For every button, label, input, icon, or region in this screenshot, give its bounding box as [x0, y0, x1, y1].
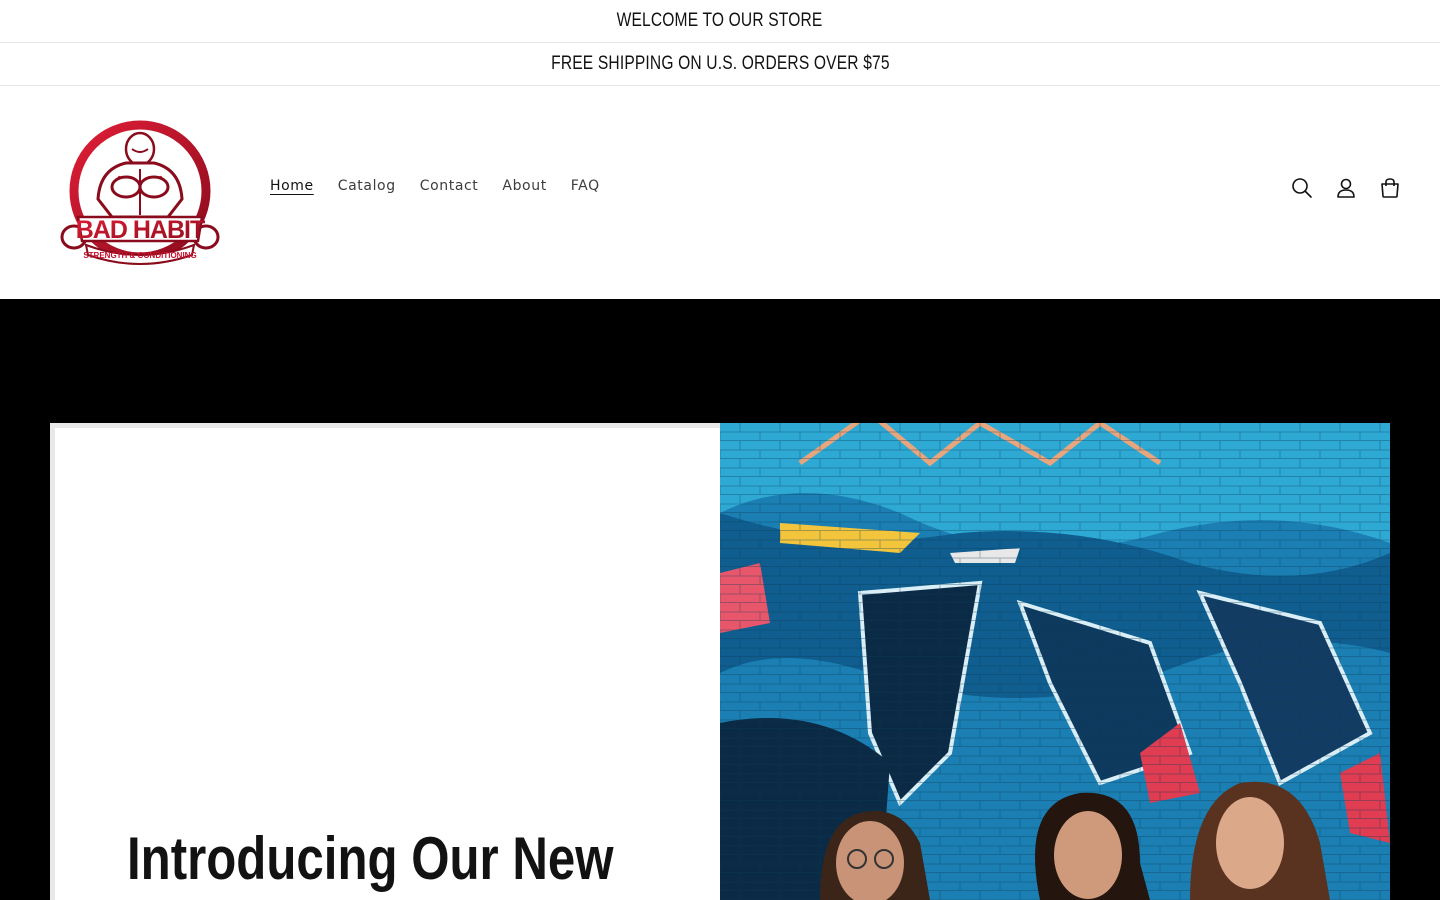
cart-icon [1381, 178, 1399, 198]
announcement-bar-shipping: FREE SHIPPING ON U.S. ORDERS OVER $75 [0, 43, 1440, 86]
hero-text-panel: Introducing Our New [50, 423, 720, 900]
nav-link-home[interactable]: Home [258, 178, 326, 194]
account-button[interactable] [1334, 176, 1358, 200]
logo-wordmark: BAD HABIT [76, 216, 205, 244]
search-button[interactable] [1290, 176, 1314, 200]
hero-title: Introducing Our New [127, 825, 614, 892]
account-icon [1337, 178, 1355, 198]
nav-link-contact[interactable]: Contact [408, 178, 491, 194]
nav-link-about[interactable]: About [490, 178, 558, 194]
site-header: BAD HABIT STRENGTH & CONDITIONING Home C… [0, 86, 1440, 299]
announcement-bar-welcome: WELCOME TO OUR STORE [0, 0, 1440, 43]
hero-image [720, 423, 1390, 900]
nav-link-faq[interactable]: FAQ [559, 178, 612, 194]
announcement-text: FREE SHIPPING ON U.S. ORDERS OVER $75 [550, 53, 890, 74]
cart-button[interactable] [1378, 176, 1402, 200]
main-navigation: Home Catalog Contact About FAQ [258, 178, 612, 194]
bad-habit-logo: BAD HABIT STRENGTH & CONDITIONING [60, 120, 220, 265]
nav-link-catalog[interactable]: Catalog [326, 178, 408, 194]
store-logo-link[interactable]: BAD HABIT STRENGTH & CONDITIONING [56, 119, 224, 265]
search-icon [1292, 178, 1312, 198]
graffiti-photo [720, 423, 1390, 900]
logo-tagline: STRENGTH & CONDITIONING [83, 251, 196, 260]
announcement-text: WELCOME TO OUR STORE [617, 10, 823, 31]
hero-banner: Introducing Our New [0, 299, 1440, 900]
header-icons [1290, 176, 1402, 200]
